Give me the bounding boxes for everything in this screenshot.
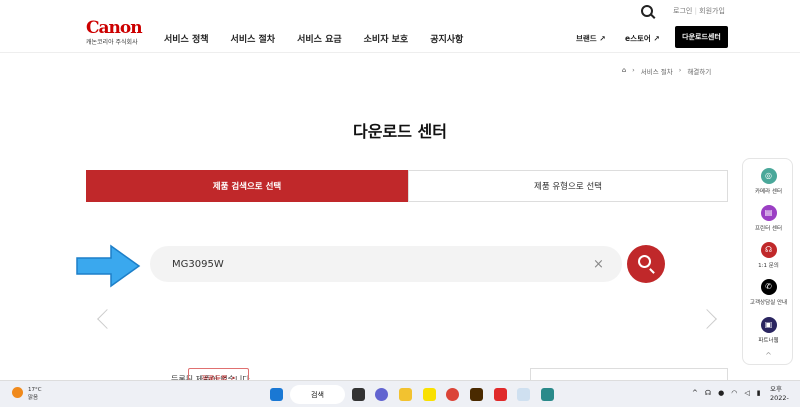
side-label: 파트너웹 xyxy=(758,338,779,344)
side-label: 카메라 센터 xyxy=(754,189,783,195)
camera-icon: ◎ xyxy=(760,168,777,184)
scroll-top-icon[interactable]: ^ xyxy=(743,351,794,360)
taskbar-search-label: 검색 xyxy=(311,390,324,399)
estore-link[interactable]: e스토어 ↗ xyxy=(625,33,660,44)
battery-icon: ▮ xyxy=(756,389,761,397)
side-label: 고객상담실 안내 xyxy=(749,300,788,306)
weather-text: 맑음 xyxy=(28,395,39,401)
chevron-right-icon: › xyxy=(678,66,682,74)
weather-icon xyxy=(12,387,23,398)
phone-icon: ✆ xyxy=(760,279,777,295)
clock[interactable]: 오후 2022- xyxy=(770,385,789,403)
prev-arrow-icon[interactable] xyxy=(97,309,117,329)
side-menu: ◎ 카메라 센터 ▤ 프린터 센터 ☊ 1:1 문의 ✆ 고객상담실 안내 ▣ 파트너웹 … xyxy=(742,158,793,365)
tab-search-product[interactable]: 제품 검색으로 선택 xyxy=(86,170,408,202)
side-customer-center[interactable]: ✆ 고객상담실 안내 xyxy=(743,279,794,306)
taskbar: 17°C 맑음 검색 ^ ☊ ● ◠ ◁ ▮ 오후 2022- xyxy=(0,380,800,407)
breadcrumb: ⌂ › 서비스 절차 › 해결하기 xyxy=(622,66,711,76)
clock-time: 오후 xyxy=(770,385,782,393)
divider xyxy=(0,52,800,53)
clock-date: 2022- xyxy=(770,394,789,402)
signup-link[interactable]: 회원가입 xyxy=(699,7,725,15)
home-icon[interactable]: ⌂ xyxy=(622,66,626,76)
account-links: 로그인 | 회원가입 xyxy=(673,6,725,16)
wifi-icon: ◠ xyxy=(731,389,738,397)
taskview-icon[interactable] xyxy=(352,388,365,401)
chat-icon[interactable] xyxy=(375,388,388,401)
breadcrumb-item[interactable]: 서비스 절차 xyxy=(641,66,673,76)
search-icon[interactable] xyxy=(641,5,653,17)
start-icon[interactable] xyxy=(270,388,283,401)
main-nav: 서비스 정책 서비스 절차 서비스 요금 소비자 보호 공지사항 xyxy=(164,32,463,45)
logo-sub: 캐논코리아 주식회사 xyxy=(86,39,138,46)
side-inquiry[interactable]: ☊ 1:1 문의 xyxy=(743,242,794,269)
system-tray[interactable]: ^ ☊ ● ◠ ◁ ▮ xyxy=(692,389,761,397)
search-input[interactable]: MG3095W xyxy=(150,246,622,282)
nav-service-policy[interactable]: 서비스 정책 xyxy=(164,32,209,45)
next-arrow-icon[interactable] xyxy=(697,309,717,329)
nav-consumer-protection[interactable]: 소비자 보호 xyxy=(364,32,409,45)
chevron-right-icon: › xyxy=(632,66,635,74)
partner-icon: ▣ xyxy=(760,317,777,333)
weather-widget[interactable]: 17°C 맑음 xyxy=(28,386,42,402)
illustrator-icon[interactable] xyxy=(470,388,483,401)
breadcrumb-item[interactable]: 해결하기 xyxy=(687,66,711,76)
brand-link[interactable]: 브랜드 ↗ xyxy=(576,33,606,44)
page-title: 다운로드 센터 xyxy=(353,122,447,141)
snipping-tool-icon[interactable] xyxy=(517,388,530,401)
taskbar-search[interactable]: 검색 xyxy=(290,385,345,404)
separator: | xyxy=(694,7,697,15)
volume-icon: ◁ xyxy=(744,389,750,397)
nav-service-procedure[interactable]: 서비스 절차 xyxy=(231,32,276,45)
logo-brand: Canon xyxy=(86,18,143,38)
app-icon[interactable] xyxy=(541,388,554,401)
canon-logo[interactable]: Canon 캐논코리아 주식회사 xyxy=(86,18,143,47)
side-label: 1:1 문의 xyxy=(758,263,779,269)
tab-product-type[interactable]: 제품 유형으로 선택 xyxy=(408,170,728,202)
search-value: MG3095W xyxy=(172,258,224,270)
side-camera-center[interactable]: ◎ 카메라 센터 xyxy=(743,168,794,195)
download-center-button[interactable]: 다운로드센터 xyxy=(675,26,728,48)
nav-service-fee[interactable]: 서비스 요금 xyxy=(297,32,342,45)
kakaotalk-icon[interactable] xyxy=(423,388,436,401)
arrow-pointer-icon xyxy=(76,244,141,288)
side-label: 프린터 센터 xyxy=(754,226,783,232)
side-partner-web[interactable]: ▣ 파트너웹 xyxy=(743,317,794,344)
side-printer-center[interactable]: ▤ 프린터 센터 xyxy=(743,205,794,232)
login-link[interactable]: 로그인 xyxy=(673,7,692,15)
chrome-icon[interactable] xyxy=(446,388,459,401)
temperature: 17°C xyxy=(28,387,42,393)
folder-icon[interactable] xyxy=(399,388,412,401)
clear-icon[interactable]: × xyxy=(593,257,604,272)
printer-icon: ▤ xyxy=(760,205,777,221)
app-tray-icon: ● xyxy=(718,389,725,397)
app-icon[interactable] xyxy=(494,388,507,401)
nav-notice[interactable]: 공지사항 xyxy=(430,32,463,45)
headset-icon: ☊ xyxy=(760,242,777,258)
chevron-up-icon[interactable]: ^ xyxy=(692,389,698,397)
headset-icon: ☊ xyxy=(704,389,712,397)
search-button[interactable] xyxy=(627,245,665,283)
